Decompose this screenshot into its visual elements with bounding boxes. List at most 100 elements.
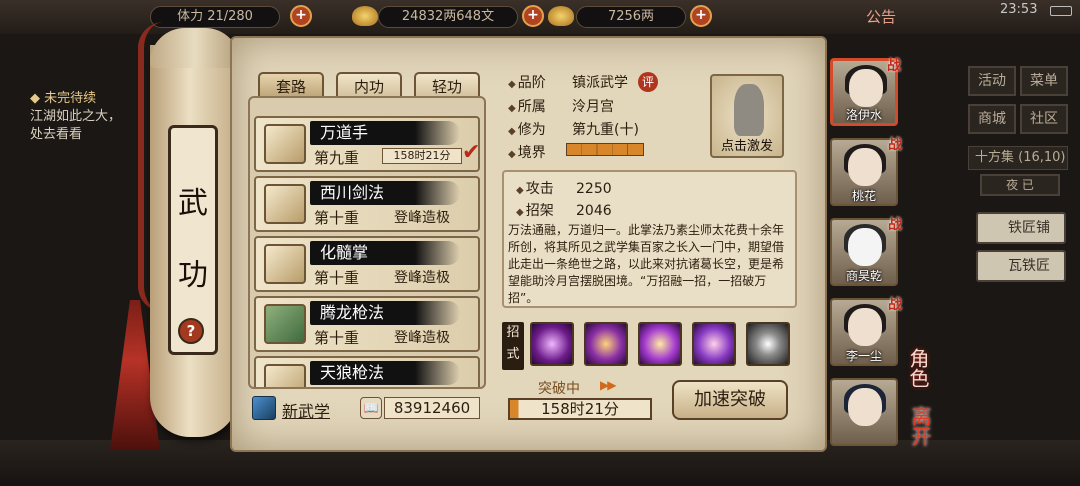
gold-icon	[548, 6, 574, 26]
title-char: 武	[178, 186, 208, 221]
silver-text: 24832两648文	[401, 9, 495, 24]
community-button[interactable]: 社区	[1020, 104, 1068, 134]
book-icon	[264, 244, 306, 284]
book-icon	[264, 124, 306, 164]
move-icon-2[interactable]	[584, 322, 628, 366]
portrait	[848, 228, 882, 266]
double-arrow-icon: ▶▶	[600, 378, 617, 392]
gold-display: 7256两	[576, 6, 686, 28]
break-timer: 158时21分	[508, 398, 652, 420]
moves-label: 招式	[502, 322, 524, 370]
help-button[interactable]: ?	[178, 318, 204, 344]
character-card[interactable]: 战 李一尘	[830, 297, 902, 366]
location-display: 十方集 (16,10)	[968, 146, 1068, 170]
skill-level: 第九重	[314, 149, 360, 167]
battle-tag: 战	[888, 297, 902, 313]
skill-level: 第十重	[314, 329, 360, 347]
attack-value: 2250	[576, 181, 612, 197]
battle-tag: 战	[888, 137, 902, 153]
skill-status: 登峰造极	[394, 330, 450, 346]
parry-label: 招架	[516, 200, 576, 220]
sect-label: 所属	[508, 96, 572, 116]
quest-tracker[interactable]: ◆ 未完待续 江湖如此之大， 处去看看	[30, 90, 150, 144]
portrait	[848, 308, 882, 346]
realm-progress-bar	[566, 143, 644, 156]
character-card[interactable]: 战 商昊乾	[830, 217, 902, 286]
character-card[interactable]: 战 洛伊水	[830, 58, 901, 126]
skill-name: 天狼枪法	[310, 361, 460, 385]
skill-item[interactable]: 西川剑法 第十重 登峰造极	[254, 176, 480, 232]
sect-value: 泠月宫	[572, 99, 614, 115]
activate-button[interactable]: 点击激发	[710, 74, 784, 158]
new-skill-label: 新武学	[282, 402, 331, 421]
quest-title: ◆ 未完待续	[30, 91, 97, 106]
gold-text: 7256两	[607, 9, 655, 24]
attack-label: 攻击	[516, 178, 576, 198]
skill-description: 万法通融，万道归一。此掌法乃素尘师太花费十余年所创，将其所见之武学集百家之长入一…	[508, 223, 785, 305]
skill-item[interactable]: 化髓掌 第十重 登峰造极	[254, 236, 480, 292]
battle-tag: 战	[888, 217, 902, 233]
grade-label: 品阶	[508, 72, 572, 92]
quest-line: 江湖如此之大，	[30, 109, 122, 124]
skill-name: 化髓掌	[310, 241, 460, 265]
skill-description-box: 攻击2250 招架2046 万法通融，万道归一。此掌法乃素尘师太花费十余年所创，…	[502, 170, 797, 308]
blacksmith-button[interactable]: 铁匠铺	[976, 212, 1066, 244]
realm-label: 境界	[508, 142, 572, 162]
stamina-add-button[interactable]: +	[290, 5, 312, 27]
skill-name: 西川剑法	[310, 181, 460, 205]
role-button[interactable]: 角色	[904, 348, 933, 388]
activity-button[interactable]: 活动	[968, 66, 1016, 96]
silver-add-button[interactable]: +	[522, 5, 544, 27]
character-card[interactable]: 战 桃花	[830, 137, 902, 206]
time-of-day: 夜 已	[980, 174, 1060, 196]
silver-display: 24832两648文	[378, 6, 518, 28]
leave-button[interactable]: 离开	[906, 406, 935, 446]
move-icon-1[interactable]	[530, 322, 574, 366]
character-card[interactable]	[830, 378, 898, 446]
move-icon-4[interactable]	[692, 322, 736, 366]
character-name: 商昊乾	[845, 269, 882, 283]
book-icon	[264, 364, 306, 387]
portrait	[849, 69, 883, 107]
skill-timer: 158时21分	[382, 148, 462, 164]
tiler-button[interactable]: 瓦铁匠	[976, 250, 1066, 282]
skill-points-value: 83912460	[384, 397, 480, 419]
clock: 23:53	[1000, 2, 1038, 17]
notice-button[interactable]: 公告	[866, 6, 896, 27]
battle-tag: 战	[887, 58, 901, 74]
skill-item[interactable]: 腾龙枪法 第十重 登峰造极	[254, 296, 480, 352]
check-icon: ✔	[462, 140, 481, 165]
skill-name: 万道手	[310, 121, 460, 145]
skill-item[interactable]: 天狼枪法	[254, 356, 480, 387]
parry-value: 2046	[576, 203, 612, 219]
realm-row: 境界	[508, 142, 572, 162]
move-icon-3[interactable]	[638, 322, 682, 366]
book-stack-icon: 📖	[360, 397, 382, 419]
grade-value: 镇派武学	[572, 75, 628, 91]
cultivation-value: 第九重(十)	[572, 122, 639, 138]
shop-button[interactable]: 商城	[968, 104, 1016, 134]
speed-up-break-button[interactable]: 加速突破	[672, 380, 788, 420]
portrait	[848, 388, 882, 426]
battery-icon	[1050, 6, 1072, 16]
break-status: 突破中	[538, 381, 580, 397]
skill-list[interactable]: 万道手 第九重 158时21分 ✔ 西川剑法 第十重 登峰造极 化髓掌 第十重 …	[248, 96, 486, 389]
portrait	[848, 148, 882, 186]
skill-level: 第十重	[314, 269, 360, 287]
quest-line: 处去看看	[30, 127, 83, 142]
grade-row: 品阶镇派武学	[508, 72, 628, 92]
move-icon-5[interactable]	[746, 322, 790, 366]
attack-row: 攻击2250	[516, 178, 612, 198]
skill-item[interactable]: 万道手 第九重 158时21分 ✔	[254, 116, 480, 172]
new-skill-button[interactable]: 新武学	[252, 396, 362, 422]
book-icon	[264, 304, 306, 344]
stamina-display: 体力 21/280	[150, 6, 280, 28]
book-icon	[264, 184, 306, 224]
gold-add-button[interactable]: +	[690, 5, 712, 27]
evaluate-button[interactable]: 评	[638, 72, 658, 92]
silver-icon	[352, 6, 378, 26]
new-book-icon	[252, 396, 276, 420]
skill-status: 登峰造极	[394, 210, 450, 226]
menu-button[interactable]: 菜单	[1020, 66, 1068, 96]
sect-row: 所属泠月宫	[508, 96, 614, 116]
